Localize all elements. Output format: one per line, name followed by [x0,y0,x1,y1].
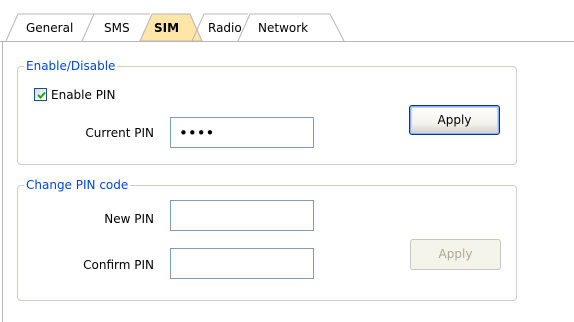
new-pin-field[interactable] [170,200,314,231]
current-pin-value: •••• [179,124,215,142]
new-pin-label: New PIN [104,212,154,226]
tab-general[interactable]: General [26,20,73,36]
enable-disable-group-title: Enable/Disable [24,58,118,74]
enable-pin-label: Enable PIN [51,88,116,102]
enable-pin-checkbox[interactable] [34,88,47,101]
enable-apply-button[interactable]: Apply [409,105,500,135]
change-pin-group-title: Change PIN code [24,177,131,193]
current-pin-field[interactable]: •••• [170,117,314,148]
tab-sim[interactable]: SIM [154,20,179,36]
change-apply-button-label: Apply [438,247,473,261]
tab-sms[interactable]: SMS [104,20,130,36]
page-left-border [2,41,3,322]
confirm-pin-label: Confirm PIN [83,258,154,272]
checkmark-icon [37,91,46,99]
confirm-pin-field[interactable] [170,248,314,279]
tab-strip: General SMS SIM Radio Network [0,0,574,42]
sim-settings-window: General SMS SIM Radio Network Enable/Dis… [0,0,574,322]
tab-radio[interactable]: Radio [208,20,242,36]
enable-apply-button-label: Apply [437,113,472,127]
current-pin-label: Current PIN [85,126,154,140]
change-apply-button[interactable]: Apply [410,239,501,270]
tab-network[interactable]: Network [258,20,308,36]
